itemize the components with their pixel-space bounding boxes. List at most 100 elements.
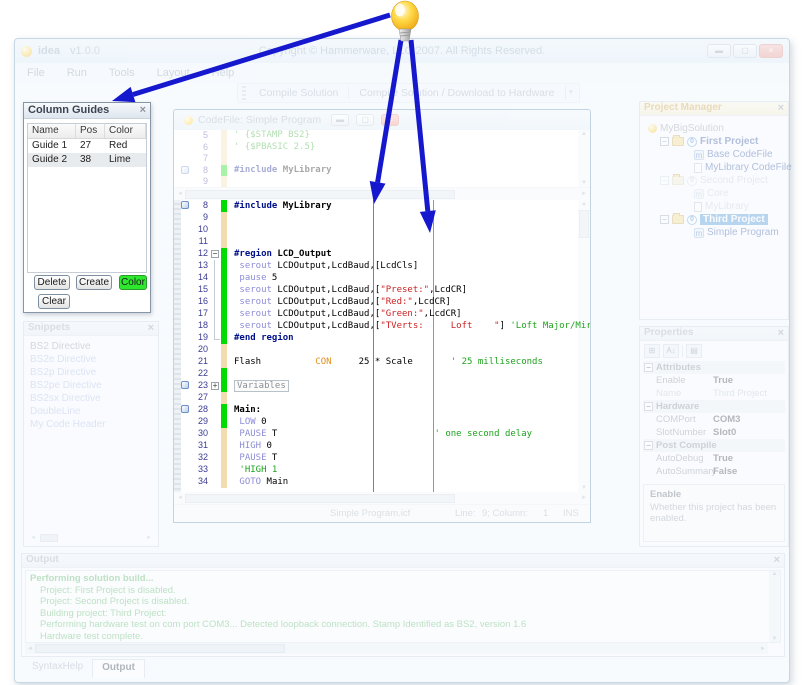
scroll-thumb[interactable]: [40, 534, 58, 542]
guide-row[interactable]: Guide 238Lime: [28, 153, 146, 167]
snippet-item[interactable]: BS2 Directive: [30, 340, 152, 353]
properties-titlebar[interactable]: Properties ×: [640, 327, 788, 341]
bookmark-icon[interactable]: [181, 166, 189, 174]
scroll-right-icon[interactable]: ►: [579, 495, 589, 501]
expander-icon[interactable]: −: [660, 137, 669, 146]
code-line[interactable]: 19#end region: [174, 332, 590, 344]
project-manager-titlebar[interactable]: Project Manager ×: [640, 102, 788, 116]
property-row[interactable]: NameThird Project: [643, 387, 785, 400]
code-line[interactable]: 16 serout LCDOutput,LcdBaud,["Red:",LcdC…: [174, 296, 590, 308]
tree-item-simple-program[interactable]: mSimple Program: [694, 226, 779, 239]
col-header-color[interactable]: Color: [105, 124, 146, 138]
close-icon[interactable]: ×: [778, 327, 784, 340]
code-line[interactable]: 28Main:: [174, 404, 590, 416]
bookmark-icon[interactable]: [181, 381, 189, 389]
tree-item-first-project[interactable]: −0First Project: [660, 135, 758, 148]
code-line[interactable]: 6' {$PBASIC 2.5}: [174, 142, 590, 154]
collapse-icon[interactable]: −: [644, 402, 653, 411]
menu-item-tools[interactable]: Tools: [109, 67, 135, 79]
codefile-titlebar[interactable]: CodeFile: Simple Program ▬ ▢ ×: [174, 110, 590, 130]
code-line[interactable]: 8#include MyLibrary: [174, 165, 590, 177]
property-category[interactable]: −Post Compile: [643, 439, 785, 452]
expander-icon[interactable]: −: [660, 215, 669, 224]
scroll-thumb[interactable]: [185, 494, 455, 503]
collapse-icon[interactable]: −: [644, 441, 653, 450]
bookmark-icon[interactable]: [181, 405, 189, 413]
code-line[interactable]: 30 PAUSE T ' one second delay: [174, 428, 590, 440]
tree-item-mybigsolution[interactable]: MyBigSolution: [648, 122, 724, 135]
create-button[interactable]: Create: [76, 275, 112, 290]
tab-output[interactable]: Output: [92, 659, 145, 678]
property-row[interactable]: AutoSummaryFalse: [643, 465, 785, 478]
guide-row[interactable]: Guide 127Red: [28, 139, 146, 153]
editor-top-hscrollbar[interactable]: ◄ ►: [174, 188, 590, 200]
color-button[interactable]: Color: [119, 275, 147, 290]
snippets-titlebar[interactable]: Snippets ×: [24, 322, 158, 336]
code-line[interactable]: 9: [174, 176, 590, 188]
minimize-button[interactable]: ▬: [707, 44, 731, 58]
close-icon[interactable]: ×: [778, 102, 784, 115]
code-line[interactable]: 8#include MyLibrary: [174, 200, 590, 212]
code-line[interactable]: 9: [174, 212, 590, 224]
close-icon[interactable]: ×: [140, 104, 146, 117]
scroll-left-icon[interactable]: ◄: [175, 191, 185, 197]
code-line[interactable]: 13 serout LCDOutput,LcdBaud,[LcdCls]: [174, 260, 590, 272]
code-line[interactable]: 21Flash CON 25 * Scale ' 25 milliseconds: [174, 356, 590, 368]
scroll-left-icon[interactable]: ◄: [28, 535, 38, 541]
column-guides-titlebar[interactable]: Column Guides ×: [24, 103, 150, 119]
close-icon[interactable]: ×: [774, 554, 780, 567]
code-line[interactable]: 34 GOTO Main: [174, 476, 590, 488]
code-line[interactable]: 7: [174, 153, 590, 165]
snippet-item[interactable]: BS2pe Directive: [30, 379, 152, 392]
code-line[interactable]: 29 LOW 0: [174, 416, 590, 428]
scroll-thumb[interactable]: [35, 644, 285, 653]
tree-item-base-codefile[interactable]: mBase CodeFile: [694, 148, 773, 161]
code-line[interactable]: 27: [174, 392, 590, 404]
scroll-right-icon[interactable]: ►: [579, 191, 589, 197]
code-line[interactable]: 17 serout LCDOutput,LcdBaud,["Green:",Lc…: [174, 308, 590, 320]
tab-syntaxhelp[interactable]: SyntaxHelp: [23, 659, 92, 678]
code-line[interactable]: 22: [174, 368, 590, 380]
property-row[interactable]: EnableTrue: [643, 374, 785, 387]
property-category[interactable]: −Hardware: [643, 400, 785, 413]
scroll-left-icon[interactable]: ◄: [25, 646, 35, 652]
maximize-button[interactable]: ▢: [733, 44, 757, 58]
minimize-button[interactable]: ▬: [331, 114, 349, 126]
code-line[interactable]: 32 PAUSE T: [174, 452, 590, 464]
output-vscrollbar[interactable]: ▲▼: [769, 571, 780, 642]
scroll-left-icon[interactable]: ◄: [175, 495, 185, 501]
tree-item-mylibrary-codefile[interactable]: MyLibrary CodeFile: [694, 161, 792, 174]
code-line[interactable]: 5' {$STAMP BS2}: [174, 130, 590, 142]
output-titlebar[interactable]: Output ×: [22, 554, 784, 568]
menu-item-help[interactable]: Help: [212, 67, 235, 79]
property-row[interactable]: SlotNumberSlot0: [643, 426, 785, 439]
fold-toggle-icon[interactable]: +: [211, 382, 219, 390]
gutter-splitter[interactable]: [174, 200, 181, 492]
snippet-item[interactable]: BS2sx Directive: [30, 392, 152, 405]
compile-solution-button[interactable]: Compile Solution: [252, 86, 345, 100]
property-pages-icon[interactable]: ▤: [686, 344, 702, 358]
snippet-item[interactable]: BS2p Directive: [30, 366, 152, 379]
fold-toggle-icon[interactable]: −: [211, 250, 219, 258]
code-line[interactable]: 10: [174, 224, 590, 236]
code-line[interactable]: 23+Variables: [174, 380, 590, 392]
delete-button[interactable]: Delete: [34, 275, 70, 290]
code-line[interactable]: 14 pause 5: [174, 272, 590, 284]
col-header-pos[interactable]: Pos: [76, 124, 105, 138]
toolbar-overflow-icon[interactable]: ▾: [565, 86, 575, 100]
editor-main-pane[interactable]: ▲▼ 8#include MyLibrary9101112−#region LC…: [174, 200, 590, 492]
toolbar-grip[interactable]: [242, 86, 246, 100]
property-row[interactable]: COMPortCOM3: [643, 413, 785, 426]
compile-download-button[interactable]: Compile Solution / Download to Hardware: [352, 86, 561, 100]
snippet-item[interactable]: BS2e Directive: [30, 353, 152, 366]
sort-az-icon[interactable]: A↓: [663, 344, 679, 358]
code-line[interactable]: 31 HIGH 0: [174, 440, 590, 452]
code-line[interactable]: 33 'HIGH 1: [174, 464, 590, 476]
close-button[interactable]: ×: [759, 44, 783, 58]
snippet-item[interactable]: My Code Header: [30, 418, 152, 431]
editor-main-hscrollbar[interactable]: ◄ ►: [174, 492, 590, 504]
scroll-right-icon[interactable]: ►: [144, 535, 154, 541]
scroll-thumb[interactable]: [185, 190, 455, 199]
tree-item-third-project[interactable]: −0Third Project: [660, 213, 768, 226]
code-line[interactable]: 11: [174, 236, 590, 248]
